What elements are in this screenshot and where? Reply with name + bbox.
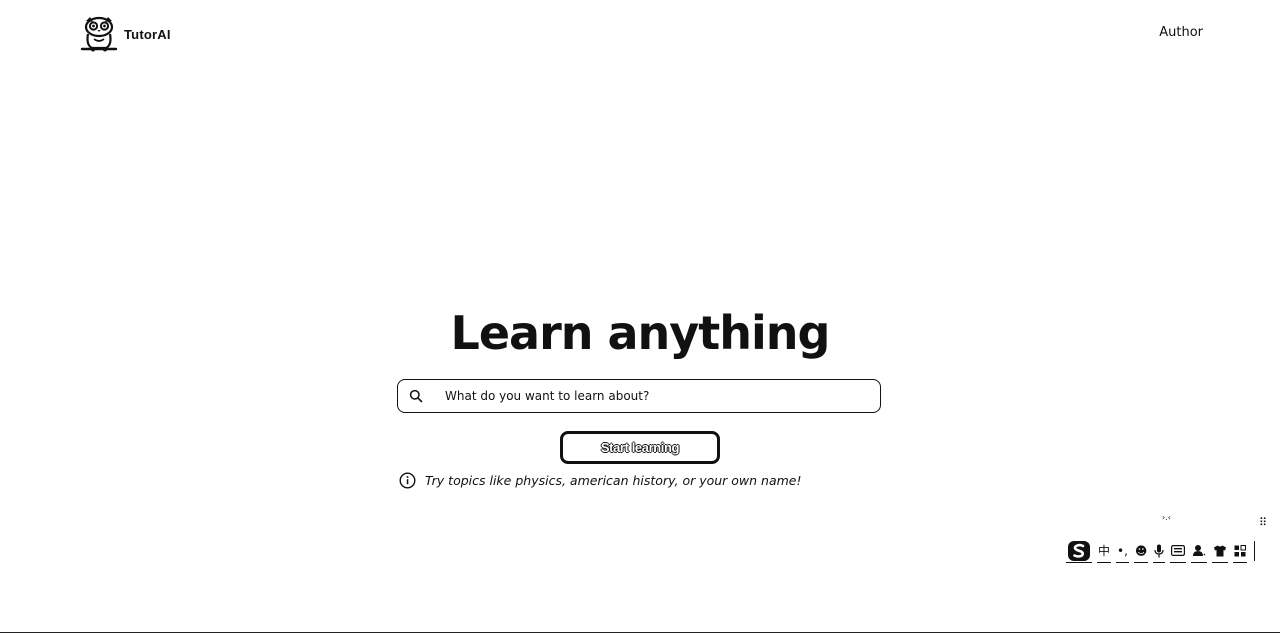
emoji-icon[interactable]: ☻	[1133, 540, 1149, 563]
grid-menu-icon[interactable]	[1233, 540, 1248, 563]
brand-name: TutorAI	[124, 26, 171, 42]
search-input[interactable]	[443, 388, 867, 404]
hint-row: Try topics like physics, american histor…	[399, 472, 802, 489]
page: TutorAI Author Learn anything Start lear…	[0, 0, 1280, 633]
author-link[interactable]: Author	[1159, 25, 1203, 40]
hint-text: Try topics like physics, american histor…	[425, 473, 802, 488]
microphone-icon[interactable]	[1153, 540, 1166, 563]
ime-toolbar: 中 •, ☻	[1066, 539, 1256, 563]
ime-caret: ›.‹	[1162, 513, 1171, 522]
skin-shirt-icon[interactable]	[1212, 540, 1229, 563]
keyboard-icon[interactable]	[1170, 540, 1187, 563]
chinese-mode-toggle[interactable]: 中	[1097, 540, 1112, 563]
user-icon[interactable]	[1191, 540, 1208, 563]
brand-home-link[interactable]: TutorAI	[80, 15, 171, 53]
search-icon	[409, 389, 423, 403]
search-box[interactable]	[397, 379, 881, 413]
sogou-logo-icon[interactable]	[1066, 540, 1092, 563]
info-icon	[399, 472, 416, 489]
start-learning-button[interactable]: Start learning	[560, 431, 720, 464]
page-title: Learn anything	[450, 306, 831, 360]
ime-drag-handle[interactable]: ⠿	[1259, 516, 1267, 529]
owl-mascot-icon	[80, 15, 118, 53]
punctuation-toggle[interactable]: •,	[1116, 540, 1129, 563]
ime-toolbar-edge	[1252, 541, 1256, 561]
